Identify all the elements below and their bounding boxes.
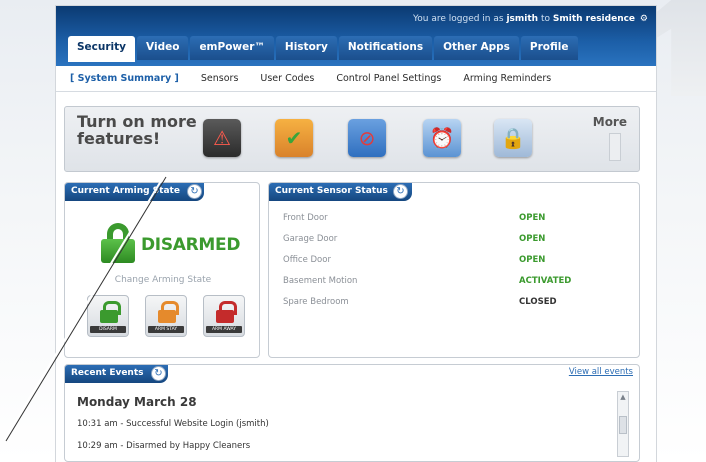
events-scrollbar[interactable]: ▲ <box>617 391 629 457</box>
alarm-clock-icon[interactable]: ⏰ <box>423 119 461 157</box>
orange-lock-icon <box>158 301 179 323</box>
sensor-row: Front Door OPEN <box>283 213 623 229</box>
disarm-caption: DISARM <box>90 326 126 333</box>
sensor-panel-title: Current Sensor Status <box>269 183 412 201</box>
refresh-icon[interactable]: ↻ <box>393 184 408 199</box>
tab-video[interactable]: Video <box>137 36 189 60</box>
no-motion-icon[interactable]: ⊘ <box>348 119 386 157</box>
sub-navigation: [ System Summary ] Sensors User Codes Co… <box>56 66 656 92</box>
sensor-name: Basement Motion <box>283 276 358 286</box>
arm-away-caption: ARM AWAY <box>206 326 242 333</box>
sensor-name: Garage Door <box>283 234 338 244</box>
green-lock-icon <box>100 301 121 323</box>
promo-title: Turn on more features! <box>77 112 197 148</box>
disarm-button[interactable]: DISARM <box>87 295 129 337</box>
login-residence[interactable]: Smith residence <box>553 14 635 24</box>
refresh-icon[interactable]: ↻ <box>151 366 166 381</box>
sensor-status: OPEN <box>519 213 546 223</box>
subnav-sensors[interactable]: Sensors <box>201 73 239 84</box>
sensor-status-panel: Current Sensor Status ↻ Front Door OPEN … <box>268 182 640 358</box>
sensor-row: Basement Motion ACTIVATED <box>283 276 623 292</box>
login-username[interactable]: jsmith <box>506 14 538 24</box>
feature-promo-strip: Turn on more features! ⚠ ✔ ⊘ ⏰ 🔒 More <box>64 106 640 172</box>
tab-security[interactable]: Security <box>68 36 136 62</box>
arm-stay-caption: ARM STAY <box>148 326 184 333</box>
sensor-status: OPEN <box>519 255 546 265</box>
unlocked-icon <box>101 223 137 263</box>
event-item: 10:31 am - Successful Website Login (jsm… <box>77 419 269 429</box>
tab-history[interactable]: History <box>275 36 337 60</box>
tab-empower[interactable]: emPower™ <box>190 36 274 60</box>
settings-icon[interactable]: ⚙ <box>640 14 648 24</box>
more-link[interactable]: More <box>593 115 627 129</box>
refresh-icon[interactable]: ↻ <box>187 184 202 199</box>
sensor-status: OPEN <box>519 234 546 244</box>
login-mid: to <box>540 14 550 24</box>
sensor-name: Office Door <box>283 255 331 265</box>
view-all-events-link[interactable]: View all events <box>569 367 633 377</box>
app-window: You are logged in as jsmith to Smith res… <box>56 6 656 462</box>
sensor-name: Spare Bedroom <box>283 297 349 307</box>
arm-stay-button[interactable]: ARM STAY <box>145 295 187 337</box>
sensor-name: Front Door <box>283 213 328 223</box>
subnav-control-panel-settings[interactable]: Control Panel Settings <box>336 73 441 84</box>
main-tabs: Security Video emPower™ History Notifica… <box>68 36 578 62</box>
event-item: 10:29 am - Disarmed by Happy Cleaners <box>77 441 251 451</box>
tab-notifications[interactable]: Notifications <box>338 36 433 60</box>
sensor-status: ACTIVATED <box>519 276 572 286</box>
top-header: You are logged in as jsmith to Smith res… <box>56 6 656 66</box>
arming-state-panel: Current Arming State ↻ DISARMED Change A… <box>64 182 260 358</box>
change-arming-state-label: Change Arming State <box>114 275 212 285</box>
sensor-status: CLOSED <box>519 297 557 307</box>
phone-alert-icon[interactable]: ⚠ <box>203 119 241 157</box>
thermostat-icon[interactable]: ✔ <box>275 119 313 157</box>
events-date-heading: Monday March 28 <box>77 395 197 409</box>
subnav-arming-reminders[interactable]: Arming Reminders <box>463 73 551 84</box>
red-lock-icon <box>216 301 237 323</box>
sensor-row: Spare Bedroom CLOSED <box>283 297 623 313</box>
subnav-system-summary[interactable]: [ System Summary ] <box>70 73 179 84</box>
recent-events-panel: Recent Events ↻ View all events Monday M… <box>64 364 640 462</box>
tab-profile[interactable]: Profile <box>520 36 578 60</box>
subnav-user-codes[interactable]: User Codes <box>260 73 314 84</box>
sensor-row: Garage Door OPEN <box>283 234 623 250</box>
scroll-up-icon[interactable]: ▲ <box>618 392 628 402</box>
arming-state-label: DISARMED <box>141 235 241 255</box>
arming-panel-title: Current Arming State <box>65 183 204 201</box>
scroll-thumb[interactable] <box>619 416 627 434</box>
arm-away-button[interactable]: ARM AWAY <box>203 295 245 337</box>
sensor-row: Office Door OPEN <box>283 255 623 271</box>
promo-scrollbar[interactable] <box>609 133 621 161</box>
lock-icon[interactable]: 🔒 <box>494 119 532 157</box>
tab-other-apps[interactable]: Other Apps <box>434 36 519 60</box>
login-prefix: You are logged in as <box>412 14 504 24</box>
login-status: You are logged in as jsmith to Smith res… <box>413 14 648 24</box>
